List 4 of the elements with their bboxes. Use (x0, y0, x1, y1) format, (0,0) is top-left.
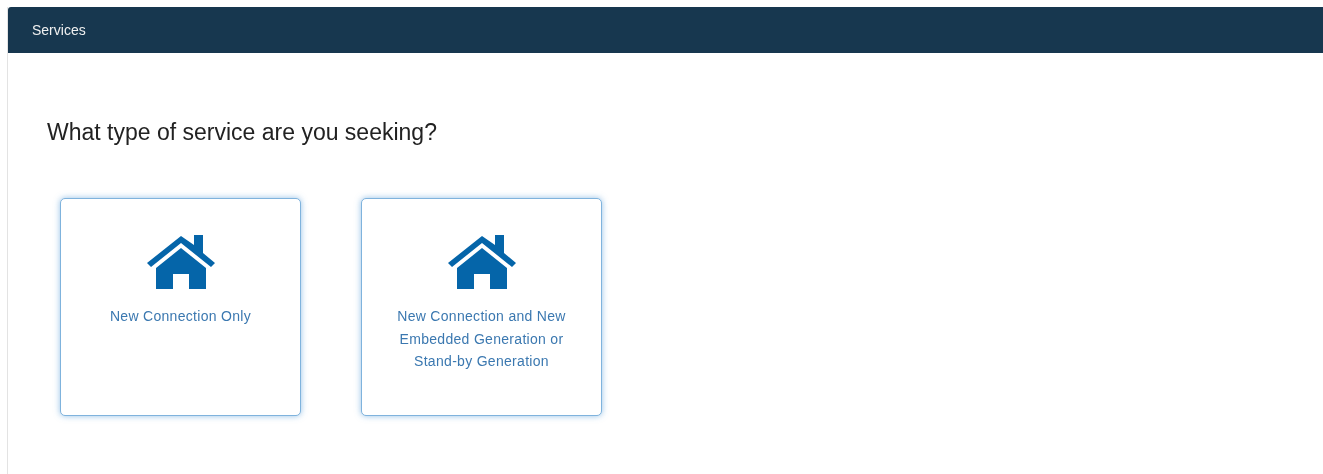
panel-title: Services (32, 22, 86, 38)
service-option-card[interactable]: New Connection and New Embedded Generation or Stand-by Generation (361, 198, 602, 416)
question-heading: What type of service are you seeking? (47, 119, 437, 146)
service-option-card[interactable]: New Connection Only (60, 198, 301, 416)
